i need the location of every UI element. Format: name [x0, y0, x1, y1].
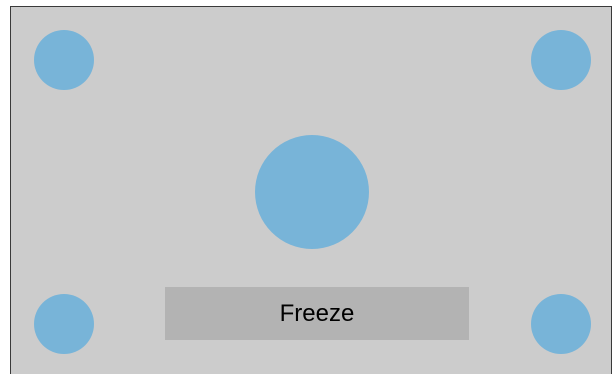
- target-circle-bottom-right[interactable]: [531, 294, 591, 354]
- stimulus-canvas: Freeze: [10, 6, 612, 374]
- target-circle-center[interactable]: [255, 135, 369, 249]
- freeze-button[interactable]: Freeze: [165, 287, 469, 340]
- target-circle-top-left[interactable]: [34, 30, 94, 90]
- target-circle-bottom-left[interactable]: [34, 294, 94, 354]
- freeze-button-label: Freeze: [279, 299, 355, 327]
- target-circle-top-right[interactable]: [531, 30, 591, 90]
